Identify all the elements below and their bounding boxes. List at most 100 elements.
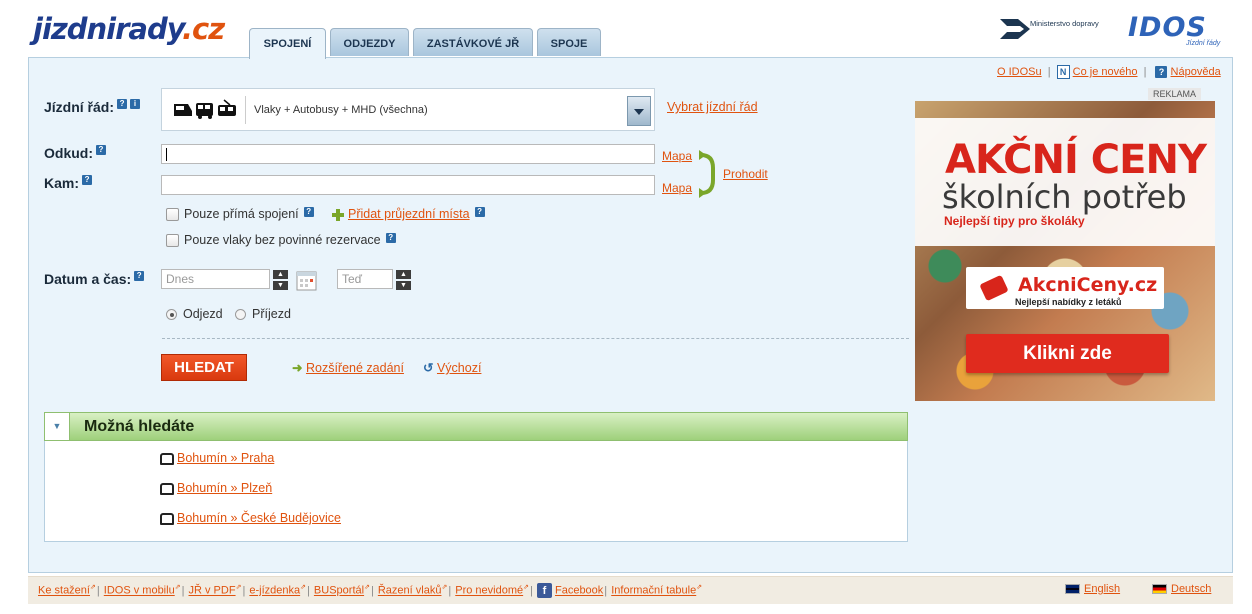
datetime-label: Datum a čas:? [44,271,145,287]
whats-new-link[interactable]: Co je nového [1073,66,1138,78]
footer-link-train-composition[interactable]: Řazení vlaků [378,585,442,597]
footer-link-download[interactable]: Ke stažení [38,585,90,597]
idos-logo[interactable]: IDOS [1128,12,1207,43]
direct-only-option[interactable]: Pouze přímá spojení? [166,207,314,222]
ad-logo: AkcniCeny.cz [1018,274,1158,296]
lang-de[interactable]: Deutsch [1152,583,1211,595]
arrival-option[interactable]: Příjezd [235,307,291,321]
default-option[interactable]: ↺ Výchozí [423,360,481,375]
logo-tld: .cz [181,12,225,46]
help-icon: ? [1155,66,1168,78]
footer-link-pdf[interactable]: JŘ v PDF [189,585,236,597]
no-reservation-option[interactable]: Pouze vlaky bez povinné rezervace? [166,233,396,248]
bus-train-icon [160,512,174,525]
top-links: O IDOSu | N Co je nového | ? Nápověda [997,65,1221,79]
to-input[interactable] [161,175,655,195]
departure-option[interactable]: Odjezd [166,307,223,321]
arrival-radio[interactable] [235,309,246,321]
arrow-right-icon: ➜ [292,361,303,375]
choose-timetable-link[interactable]: Vybrat jízdní řád [667,100,758,114]
search-button[interactable]: HLEDAT [161,354,247,381]
add-via-option[interactable]: Přidat průjezdní místa? [332,207,485,221]
time-stepper[interactable]: ▲ ▼ [396,270,411,290]
ad-headline: AKČNÍ CENY [945,137,1207,183]
from-label: Odkud:? [44,145,106,161]
reset-icon: ↺ [423,361,434,375]
ad-logo-sub: Nejlepší nabídky z letáků [1015,297,1122,307]
tab-zastavkove-jr[interactable]: ZASTÁVKOVÉ JŘ [413,28,533,56]
via-help-icon[interactable]: ? [474,207,485,217]
footer-link-blind[interactable]: Pro nevidomé [455,585,523,597]
footer-link-facebook[interactable]: Facebook [555,585,603,597]
footer-links: Ke stažení⇗| IDOS v mobilu⇗| JŘ v PDF⇗| … [38,583,703,599]
external-link-icon: ⇗ [235,584,242,591]
suggestions-toggle[interactable]: ▼ [45,413,70,440]
swap-arrows-icon[interactable] [697,150,719,198]
logo-main: jizdnirady [33,12,183,46]
text-cursor [166,148,167,162]
footer-link-busportal[interactable]: BUSportál [314,585,364,597]
uk-flag-icon [1065,584,1080,595]
de-flag-icon [1152,584,1167,595]
time-down[interactable]: ▼ [396,281,411,290]
suggestion-item[interactable]: Bohumín » Praha [160,451,274,465]
logo[interactable]: jizdnirady.cz [33,12,225,46]
external-link-icon: ⇗ [523,584,529,591]
footer-link-mobile[interactable]: IDOS v mobilu [104,585,175,597]
news-icon: N [1056,65,1070,79]
datetime-help-icon[interactable]: ? [134,271,145,281]
ad-cta-button[interactable]: Klikni zde [966,334,1169,373]
tab-spojeni[interactable]: SPOJENÍ [249,28,326,59]
footer-link-info-board[interactable]: Informační tabule [611,585,696,597]
external-link-icon: ⇗ [300,584,306,591]
chevron-down-icon [634,109,644,115]
to-help-icon[interactable]: ? [82,175,93,185]
timetable-value: Vlaky + Autobusy + MHD (všechna) [254,104,428,116]
suggestions-title: Možná hledáte [84,418,195,435]
date-stepper[interactable]: ▲ ▼ [273,270,288,290]
date-input[interactable]: Dnes [161,269,270,289]
date-up[interactable]: ▲ [273,270,288,279]
direct-only-checkbox[interactable] [166,208,179,222]
external-link-icon: ⇗ [696,584,703,591]
lang-en[interactable]: English [1065,583,1120,595]
direct-help-icon[interactable]: ? [303,207,314,217]
to-map-link[interactable]: Mapa [662,181,692,195]
timetable-dropdown-button[interactable] [627,96,651,126]
time-input[interactable]: Teď [337,269,393,289]
plus-icon [332,208,344,221]
tab-odjezdy[interactable]: ODJEZDY [330,28,409,56]
date-down[interactable]: ▼ [273,281,288,290]
suggestion-item[interactable]: Bohumín » České Budějovice [160,511,341,525]
timetable-help-icon[interactable]: ? [117,99,128,109]
departure-radio[interactable] [166,309,177,321]
swap-link[interactable]: Prohodit [723,167,768,181]
to-label: Kam:? [44,175,93,191]
chevron-down-icon: ▼ [52,421,62,431]
timetable-info-icon[interactable]: i [130,99,141,109]
from-help-icon[interactable]: ? [96,145,106,155]
help-link[interactable]: Nápověda [1171,66,1221,78]
idos-subtitle: Jízdní řády [1186,40,1221,47]
bus-train-icon [160,452,174,465]
from-map-link[interactable]: Mapa [662,149,692,163]
from-input[interactable] [161,144,655,164]
ad-tagline: Nejlepší tipy pro školáky [944,214,1085,228]
external-link-icon: ⇗ [441,584,448,591]
no-reservation-checkbox[interactable] [166,234,179,248]
reservation-help-icon[interactable]: ? [385,233,396,243]
footer-link-eticket[interactable]: e-jízdenka [249,585,300,597]
external-link-icon: ⇗ [89,584,96,591]
time-up[interactable]: ▲ [396,270,411,279]
advanced-option[interactable]: ➜ Rozšířené zadání [292,360,404,375]
calendar-icon[interactable] [296,270,318,292]
transport-icons [174,99,236,119]
tab-spoje[interactable]: SPOJE [537,28,601,56]
divider [162,338,909,339]
facebook-icon: f [536,583,552,599]
external-link-icon: ⇗ [364,584,370,591]
ministry-name: Ministerstvo dopravy [1030,19,1099,28]
suggestion-item[interactable]: Bohumín » Plzeň [160,481,272,495]
about-idos-link[interactable]: O IDOSu [997,66,1042,78]
timetable-label: Jízdní řád:? i [44,99,141,115]
